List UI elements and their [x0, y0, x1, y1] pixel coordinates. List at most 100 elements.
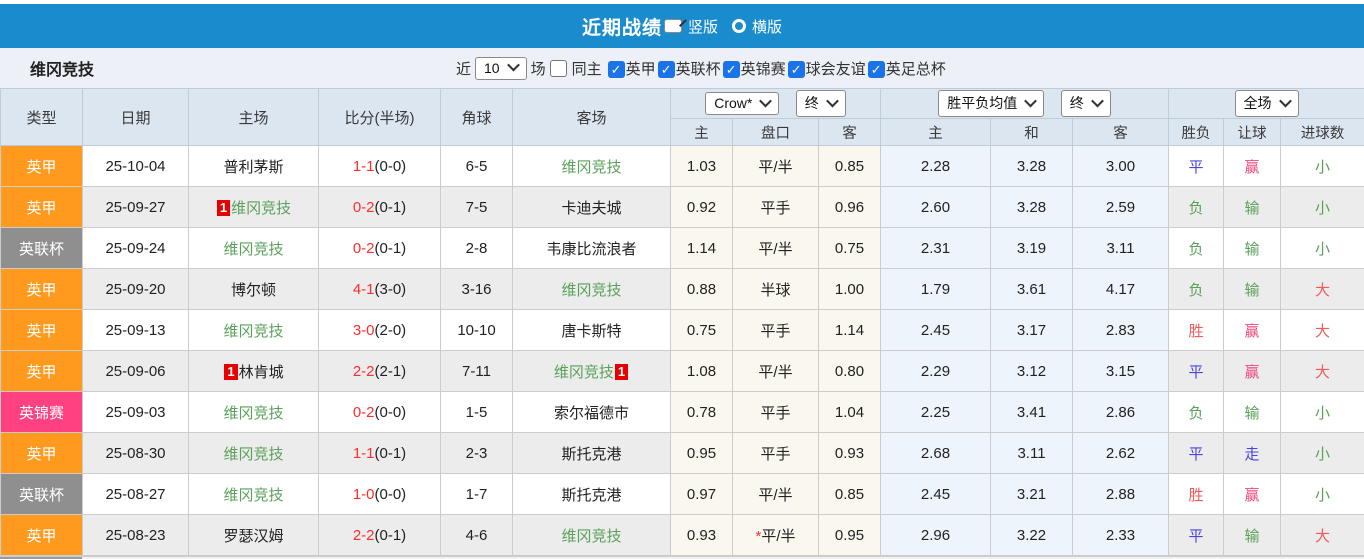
- ah-home-odds-cell: 1.14: [671, 228, 733, 269]
- type-badge-cell: 英甲: [1, 146, 83, 187]
- handicap-result-cell: 赢: [1224, 146, 1281, 187]
- away-team-name: 维冈竞技: [561, 282, 621, 299]
- subheader-eu-home: 主: [881, 119, 991, 146]
- away-team-name: 索尔福德市: [554, 405, 629, 422]
- league-checkbox-3[interactable]: ✓: [788, 61, 805, 78]
- eu-home-odds-cell: 2.45: [881, 310, 991, 351]
- league-checkbox-0[interactable]: ✓: [608, 61, 625, 78]
- eu-draw-odds-cell: 3.28: [991, 187, 1073, 228]
- league-checkbox-label[interactable]: 英甲: [626, 61, 656, 78]
- vertical-layout-radio[interactable]: [664, 19, 682, 33]
- league-checkbox-label[interactable]: 英足总杯: [886, 61, 946, 78]
- goals-result-cell: 大: [1281, 351, 1364, 392]
- score-cell: 1-1(0-0): [319, 146, 441, 187]
- same-home-label[interactable]: 同主: [572, 58, 602, 79]
- table-row: 英甲25-09-271维冈竞技0-2(0-1)7-5卡迪夫城0.92平手0.96…: [1, 187, 1364, 228]
- away-team-name: 维冈竞技: [554, 364, 614, 381]
- league-checkbox-label[interactable]: 球会友谊: [806, 61, 866, 78]
- asian-odds-header: Crow* 终: [671, 89, 881, 119]
- same-home-checkbox[interactable]: [550, 60, 567, 77]
- home-team-cell: 普利茅斯: [189, 146, 319, 187]
- horizontal-layout-radio[interactable]: [732, 19, 746, 33]
- ah-away-odds-cell: 0.95: [819, 515, 881, 556]
- score-cell: 2-2(2-1): [319, 351, 441, 392]
- home-team-name: 林肯城: [239, 364, 284, 381]
- eu-draw-odds-cell: 3.17: [991, 310, 1073, 351]
- ah-away-odds-cell: 1.14: [819, 310, 881, 351]
- score-cell: 0-2(0-0): [319, 392, 441, 433]
- away-team-cell: 维冈竞技: [513, 269, 671, 310]
- subheader-goals: 进球数: [1281, 119, 1364, 146]
- corners-cell: 10-10: [441, 310, 513, 351]
- table-row: 英甲25-08-30维冈竞技1-1(0-1)2-3斯托克港0.95平手0.932…: [1, 433, 1364, 474]
- handicap-result-cell: 输: [1224, 515, 1281, 556]
- league-checkbox-label[interactable]: 英联杯: [676, 61, 721, 78]
- eu-away-odds-cell: 2.62: [1073, 433, 1169, 474]
- home-team-name: 博尔顿: [231, 282, 276, 299]
- ah-away-odds-cell: 0.75: [819, 228, 881, 269]
- handicap-cell: 平/半: [733, 351, 819, 392]
- corners-cell: 2-3: [441, 433, 513, 474]
- corners-cell: 2-8: [441, 228, 513, 269]
- handicap-cell: 半球: [733, 269, 819, 310]
- date-cell: 25-08-30: [83, 433, 189, 474]
- goals-result-cell: 小: [1281, 228, 1364, 269]
- eu-home-odds-cell: 2.29: [881, 351, 991, 392]
- match-count-select[interactable]: 10: [475, 57, 527, 80]
- away-team-cell: 韦康比流浪者: [513, 228, 671, 269]
- away-team-name: 斯托克港: [561, 446, 621, 463]
- table-row: 英联杯25-08-27维冈竞技1-0(0-0)1-7斯托克港0.97平/半0.8…: [1, 474, 1364, 515]
- eu-away-odds-cell: 3.00: [1073, 146, 1169, 187]
- type-badge-cell: 英联杯: [1, 474, 83, 515]
- away-team-name: 维冈竞技: [561, 528, 621, 545]
- handicap-cell: *平/半: [733, 515, 819, 556]
- result-cell: 负: [1169, 392, 1224, 433]
- europe-odds-select[interactable]: 胜平负均值: [938, 90, 1044, 117]
- results-tbody: 英甲25-10-04普利茅斯1-1(0-0)6-5维冈竞技1.03平/半0.85…: [1, 146, 1364, 556]
- home-team-name: 普利茅斯: [223, 159, 283, 176]
- eu-draw-odds-cell: 3.22: [991, 515, 1073, 556]
- team-name: 维冈竞技: [30, 56, 94, 80]
- handicap-result-cell: 赢: [1224, 474, 1281, 515]
- ah-away-odds-cell: 1.04: [819, 392, 881, 433]
- title-bar: 近期战绩 竖版 横版: [0, 4, 1364, 48]
- header-corners: 角球: [441, 89, 513, 146]
- date-cell: 25-09-06: [83, 351, 189, 392]
- horizontal-layout-label[interactable]: 横版: [752, 16, 782, 37]
- eu-away-odds-cell: 2.86: [1073, 392, 1169, 433]
- away-team-cell: 维冈竞技: [513, 146, 671, 187]
- odds-time-select-1[interactable]: 终: [796, 90, 846, 117]
- score-cell: 4-1(3-0): [319, 269, 441, 310]
- home-team-cell: 维冈竞技: [189, 310, 319, 351]
- league-checkbox-4[interactable]: ✓: [868, 61, 885, 78]
- odds-company-select[interactable]: Crow*: [705, 92, 779, 115]
- score-cell: 1-0(0-0): [319, 474, 441, 515]
- eu-home-odds-cell: 2.25: [881, 392, 991, 433]
- league-checkbox-2[interactable]: ✓: [723, 61, 740, 78]
- home-team-cell: 1林肯城: [189, 351, 319, 392]
- league-checkbox-label[interactable]: 英锦赛: [741, 61, 786, 78]
- type-badge-cell: 英甲: [1, 351, 83, 392]
- subheader-handicap-result: 让球: [1224, 119, 1281, 146]
- away-team-name: 斯托克港: [561, 487, 621, 504]
- corners-cell: 3-16: [441, 269, 513, 310]
- eu-home-odds-cell: 2.31: [881, 228, 991, 269]
- ah-home-odds-cell: 0.88: [671, 269, 733, 310]
- goals-result-cell: 小: [1281, 474, 1364, 515]
- odds-time-select-2[interactable]: 终: [1061, 90, 1111, 117]
- score-cell: 3-0(2-0): [319, 310, 441, 351]
- eu-home-odds-cell: 2.68: [881, 433, 991, 474]
- home-team-name: 罗瑟汉姆: [223, 528, 283, 545]
- away-team-cell: 斯托克港: [513, 433, 671, 474]
- ah-home-odds-cell: 0.93: [671, 515, 733, 556]
- goals-result-cell: 大: [1281, 515, 1364, 556]
- date-cell: 25-09-27: [83, 187, 189, 228]
- ah-home-odds-cell: 0.75: [671, 310, 733, 351]
- result-cell: 平: [1169, 515, 1224, 556]
- full-match-select[interactable]: 全场: [1235, 90, 1299, 117]
- page-title: 近期战绩: [582, 13, 662, 40]
- date-cell: 25-09-03: [83, 392, 189, 433]
- vertical-layout-label[interactable]: 竖版: [688, 16, 718, 37]
- home-team-cell: 维冈竞技: [189, 228, 319, 269]
- league-checkbox-1[interactable]: ✓: [658, 61, 675, 78]
